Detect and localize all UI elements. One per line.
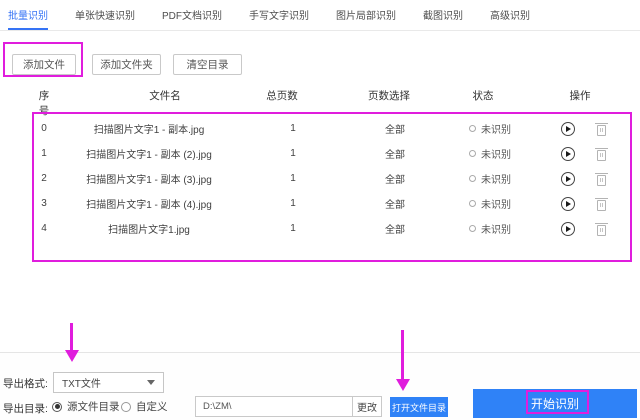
play-icon[interactable] xyxy=(561,121,575,136)
change-path-button[interactable]: 更改 xyxy=(352,397,381,416)
row-pages: 1 xyxy=(290,148,296,159)
caret-down-icon xyxy=(147,380,155,385)
tab-bar: 批量识别 单张快速识别 PDF文档识别 手写文字识别 图片局部识别 截图识别 高… xyxy=(0,0,640,31)
start-recognition-button[interactable]: 开始识别 xyxy=(473,389,637,418)
export-path-group: D:\ZM\ 更改 xyxy=(195,396,382,417)
radio-custom-label: 自定义 xyxy=(136,401,168,413)
row-status: 未识别 xyxy=(440,166,540,191)
radio-source-label: 源文件目录 xyxy=(67,401,120,413)
row-page-select[interactable]: 全部 xyxy=(365,116,425,141)
row-status: 未识别 xyxy=(440,216,540,241)
row-filename: 扫描图片文字1 - 副本 (3).jpg xyxy=(86,175,212,186)
table-header: 序号 文件名 总页数 页数选择 状态 操作 xyxy=(34,88,630,117)
open-file-directory-button[interactable]: 打开文件目录 xyxy=(390,397,448,417)
header-filename: 文件名 xyxy=(149,90,181,102)
tab-single-quick-recognition[interactable]: 单张快速识别 xyxy=(75,0,135,30)
status-circle-icon xyxy=(469,200,476,207)
row-actions xyxy=(534,141,634,166)
radio-selected-icon xyxy=(52,401,62,412)
trash-icon[interactable] xyxy=(595,147,608,161)
row-actions xyxy=(534,191,634,216)
status-label: 未识别 xyxy=(481,225,511,236)
row-pages: 1 xyxy=(290,198,296,209)
header-page-select: 页数选择 xyxy=(368,90,410,102)
trash-icon[interactable] xyxy=(595,197,608,211)
clear-list-button[interactable]: 清空目录 xyxy=(173,54,242,75)
row-filename: 扫描图片文字1 - 副本.jpg xyxy=(93,125,205,136)
export-format-value: TXT文件 xyxy=(62,379,101,390)
table-row: 3 扫描图片文字1 - 副本 (4).jpg 1 全部 未识别 xyxy=(34,191,630,216)
table-row: 1 扫描图片文字1 - 副本 (2).jpg 1 全部 未识别 xyxy=(34,141,630,166)
header-pages: 总页数 xyxy=(266,90,298,102)
tab-pdf-document-recognition[interactable]: PDF文档识别 xyxy=(162,0,222,30)
status-circle-icon xyxy=(469,175,476,182)
tab-batch-recognition[interactable]: 批量识别 xyxy=(8,0,48,30)
table-row: 0 扫描图片文字1 - 副本.jpg 1 全部 未识别 xyxy=(34,116,630,141)
row-actions xyxy=(534,116,634,141)
status-circle-icon xyxy=(469,225,476,232)
export-dir-label: 导出目录: xyxy=(3,403,48,415)
tab-advanced-recognition[interactable]: 高级识别 xyxy=(490,0,530,30)
table-row: 2 扫描图片文字1 - 副本 (3).jpg 1 全部 未识别 xyxy=(34,166,630,191)
status-circle-icon xyxy=(469,125,476,132)
row-actions xyxy=(534,166,634,191)
status-label: 未识别 xyxy=(481,150,511,161)
row-pages: 1 xyxy=(290,223,296,234)
row-filename: 扫描图片文字1.jpg xyxy=(108,225,190,236)
row-status: 未识别 xyxy=(440,141,540,166)
footer-panel: 导出格式: TXT文件 导出目录: 源文件目录 自定义 D:\ZM\ 更改 打开… xyxy=(0,352,640,420)
trash-icon[interactable] xyxy=(595,222,608,236)
batch-ocr-window: 批量识别 单张快速识别 PDF文档识别 手写文字识别 图片局部识别 截图识别 高… xyxy=(0,0,640,420)
row-status: 未识别 xyxy=(440,191,540,216)
table-row: 4 扫描图片文字1.jpg 1 全部 未识别 xyxy=(34,216,630,241)
play-icon[interactable] xyxy=(561,171,575,186)
annotation-box-table: 0 扫描图片文字1 - 副本.jpg 1 全部 未识别 1 扫描图片文字1 - … xyxy=(32,112,632,262)
row-status: 未识别 xyxy=(440,116,540,141)
status-circle-icon xyxy=(469,150,476,157)
row-page-select[interactable]: 全部 xyxy=(365,141,425,166)
header-actions: 操作 xyxy=(569,90,591,102)
row-page-select[interactable]: 全部 xyxy=(365,166,425,191)
row-page-select[interactable]: 全部 xyxy=(365,216,425,241)
trash-icon[interactable] xyxy=(595,172,608,186)
status-label: 未识别 xyxy=(481,175,511,186)
row-pages: 1 xyxy=(290,123,296,134)
status-label: 未识别 xyxy=(481,200,511,211)
radio-source-directory[interactable]: 源文件目录 xyxy=(52,399,120,414)
tab-image-region-recognition[interactable]: 图片局部识别 xyxy=(336,0,396,30)
tab-screenshot-recognition[interactable]: 截图识别 xyxy=(423,0,463,30)
row-actions xyxy=(534,216,634,241)
export-format-dropdown[interactable]: TXT文件 xyxy=(53,372,164,393)
row-filename: 扫描图片文字1 - 副本 (2).jpg xyxy=(86,150,212,161)
header-status: 状态 xyxy=(472,90,494,102)
tab-handwriting-recognition[interactable]: 手写文字识别 xyxy=(249,0,309,30)
play-icon[interactable] xyxy=(561,221,575,236)
trash-icon[interactable] xyxy=(595,122,608,136)
play-icon[interactable] xyxy=(561,146,575,161)
radio-unselected-icon xyxy=(121,401,131,412)
add-folder-button[interactable]: 添加文件夹 xyxy=(92,54,161,75)
row-pages: 1 xyxy=(290,173,296,184)
play-icon[interactable] xyxy=(561,196,575,211)
row-filename: 扫描图片文字1 - 副本 (4).jpg xyxy=(86,200,212,211)
export-path-input[interactable]: D:\ZM\ xyxy=(196,397,352,416)
radio-custom-directory[interactable]: 自定义 xyxy=(121,399,168,414)
add-file-button[interactable]: 添加文件 xyxy=(12,54,76,75)
export-format-label: 导出格式: xyxy=(3,378,48,390)
status-label: 未识别 xyxy=(481,125,511,136)
row-page-select[interactable]: 全部 xyxy=(365,191,425,216)
